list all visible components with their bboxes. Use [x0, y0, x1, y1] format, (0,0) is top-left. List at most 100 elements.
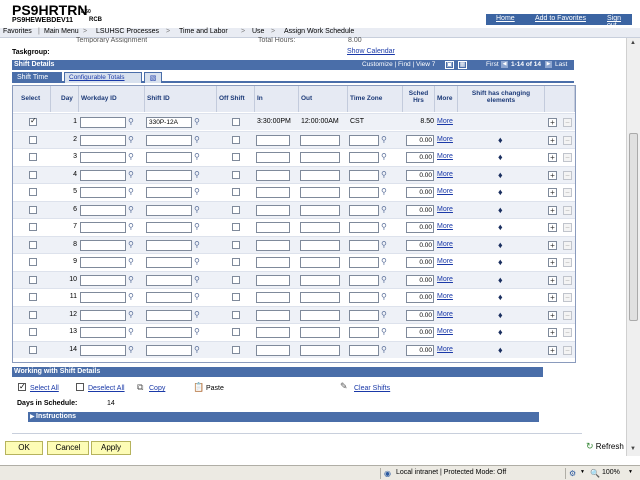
scroll-up-icon[interactable]: ▲ — [630, 40, 636, 46]
workday-id-input[interactable] — [80, 152, 126, 163]
shift-id-input[interactable] — [146, 204, 192, 216]
cancel-button[interactable]: Cancel — [47, 441, 89, 455]
in-time-input[interactable] — [256, 257, 290, 268]
workday-id-input[interactable] — [80, 222, 126, 233]
add-row-icon[interactable]: + — [548, 258, 557, 267]
off-shift-checkbox[interactable] — [232, 153, 240, 161]
workday-id-input[interactable] — [80, 239, 126, 251]
scroll-thumb[interactable] — [629, 133, 638, 321]
workday-lookup-icon[interactable]: ⚲ — [128, 188, 134, 196]
changing-elements-icon[interactable]: ♦ — [498, 170, 503, 180]
shift-id-input[interactable] — [146, 344, 192, 356]
workday-lookup-icon[interactable]: ⚲ — [128, 345, 134, 354]
shift-lookup-icon[interactable]: ⚲ — [194, 345, 200, 354]
shift-id-input[interactable] — [146, 222, 192, 233]
out-time-input[interactable] — [300, 257, 340, 268]
breadcrumb-favorites[interactable]: Favorites — [3, 28, 32, 35]
time-zone-input[interactable] — [349, 239, 379, 251]
workday-id-input[interactable] — [80, 204, 126, 216]
time-zone-lookup-icon[interactable]: ⚲ — [381, 188, 387, 196]
changing-elements-icon[interactable]: ♦ — [498, 327, 503, 337]
tab-shift-time[interactable]: Shift Time — [12, 72, 62, 83]
out-time-input[interactable] — [300, 344, 340, 356]
workday-lookup-icon[interactable]: ⚲ — [128, 310, 134, 319]
shift-lookup-icon[interactable]: ⚲ — [194, 240, 200, 249]
in-time-input[interactable] — [256, 274, 290, 286]
time-zone-lookup-icon[interactable]: ⚲ — [381, 310, 387, 319]
add-row-icon[interactable]: + — [548, 153, 557, 162]
row-select-checkbox[interactable] — [29, 275, 37, 284]
off-shift-checkbox[interactable] — [232, 275, 240, 284]
time-zone-lookup-icon[interactable]: ⚲ — [381, 170, 387, 179]
delete-row-icon[interactable]: − — [563, 205, 572, 215]
more-link[interactable]: More — [437, 167, 453, 184]
workday-lookup-icon[interactable]: ⚲ — [128, 118, 134, 126]
breadcrumb-time-labor[interactable]: Time and Labor — [179, 28, 228, 35]
in-time-input[interactable] — [256, 169, 290, 181]
in-time-input[interactable] — [256, 292, 290, 303]
changing-elements-icon[interactable]: ♦ — [498, 135, 503, 145]
out-time-input[interactable] — [300, 187, 340, 198]
delete-row-icon[interactable]: − — [563, 118, 572, 127]
off-shift-checkbox[interactable] — [232, 118, 240, 126]
dropdown-arrow-icon[interactable]: ▼ — [580, 469, 585, 475]
delete-row-icon[interactable]: − — [563, 135, 572, 145]
apply-button[interactable]: Apply — [91, 441, 131, 455]
breadcrumb-lsuhsc[interactable]: LSUHSC Processes — [96, 28, 159, 35]
more-link[interactable]: More — [437, 219, 453, 236]
time-zone-input[interactable] — [349, 187, 379, 198]
workday-id-input[interactable] — [80, 187, 126, 198]
time-zone-lookup-icon[interactable]: ⚲ — [381, 223, 387, 231]
next-page-icon[interactable]: ▶ — [545, 61, 552, 68]
changing-elements-icon[interactable]: ♦ — [498, 257, 503, 267]
shift-id-input[interactable] — [146, 134, 192, 146]
changing-elements-icon[interactable]: ♦ — [498, 310, 503, 320]
in-time-input[interactable] — [256, 239, 290, 251]
sched-hrs-input[interactable]: 0.00 — [406, 309, 434, 321]
add-row-icon[interactable]: + — [548, 135, 557, 145]
delete-row-icon[interactable]: − — [563, 188, 572, 197]
row-select-checkbox[interactable] — [29, 135, 37, 144]
off-shift-checkbox[interactable] — [232, 205, 240, 214]
changing-elements-icon[interactable]: ♦ — [498, 222, 503, 232]
tab-configurable-totals[interactable]: Configurable Totals — [64, 72, 142, 83]
changing-elements-icon[interactable]: ♦ — [498, 345, 503, 355]
in-time-input[interactable] — [256, 152, 290, 163]
sched-hrs-input[interactable]: 0.00 — [406, 134, 434, 146]
more-link[interactable]: More — [437, 237, 453, 254]
out-time-input[interactable] — [300, 152, 340, 163]
deselect-all-link[interactable]: Deselect All — [88, 385, 125, 392]
changing-elements-icon[interactable]: ♦ — [498, 205, 503, 215]
more-link[interactable]: More — [437, 184, 453, 201]
delete-row-icon[interactable]: − — [563, 240, 572, 250]
sched-hrs-input[interactable]: 0.00 — [406, 239, 434, 251]
workday-id-input[interactable] — [80, 327, 126, 338]
time-zone-lookup-icon[interactable]: ⚲ — [381, 135, 387, 144]
changing-elements-icon[interactable]: ♦ — [498, 240, 503, 250]
time-zone-input[interactable] — [349, 152, 379, 163]
off-shift-checkbox[interactable] — [232, 258, 240, 266]
shift-id-input[interactable] — [146, 169, 192, 181]
workday-id-input[interactable] — [80, 134, 126, 146]
zoom-grid-icon[interactable]: ▦ — [458, 61, 467, 69]
workday-lookup-icon[interactable]: ⚲ — [128, 275, 134, 284]
shift-lookup-icon[interactable]: ⚲ — [194, 328, 200, 336]
time-zone-input[interactable] — [349, 344, 379, 356]
in-time-input[interactable] — [256, 187, 290, 198]
add-row-icon[interactable]: + — [548, 240, 557, 250]
changing-elements-icon[interactable]: ♦ — [498, 292, 503, 302]
time-zone-lookup-icon[interactable]: ⚲ — [381, 240, 387, 249]
out-time-input[interactable] — [300, 222, 340, 233]
delete-row-icon[interactable]: − — [563, 170, 572, 180]
workday-lookup-icon[interactable]: ⚲ — [128, 258, 134, 266]
workday-lookup-icon[interactable]: ⚲ — [128, 240, 134, 249]
row-select-checkbox[interactable] — [29, 188, 37, 196]
add-row-icon[interactable]: + — [548, 118, 557, 127]
changing-elements-icon[interactable]: ♦ — [498, 187, 503, 197]
customize-link[interactable]: Customize — [362, 61, 393, 68]
shift-id-input[interactable] — [146, 309, 192, 321]
shift-lookup-icon[interactable]: ⚲ — [194, 135, 200, 144]
workday-lookup-icon[interactable]: ⚲ — [128, 293, 134, 301]
more-link[interactable]: More — [437, 132, 453, 149]
out-time-input[interactable] — [300, 327, 340, 338]
